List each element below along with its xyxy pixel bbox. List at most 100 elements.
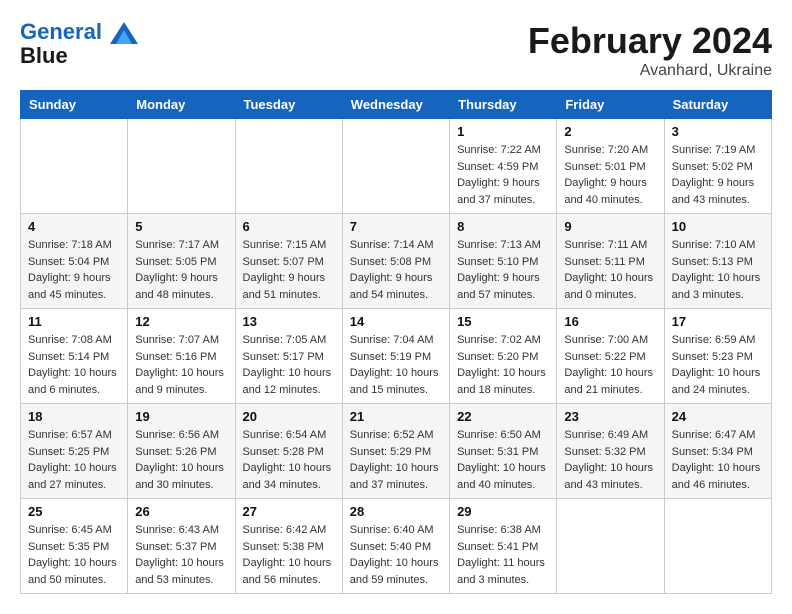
weekday-header-tuesday: Tuesday bbox=[235, 91, 342, 119]
day-number: 25 bbox=[28, 504, 120, 519]
day-number: 13 bbox=[243, 314, 335, 329]
weekday-header-saturday: Saturday bbox=[664, 91, 771, 119]
weekday-header-wednesday: Wednesday bbox=[342, 91, 449, 119]
day-info: Sunrise: 6:38 AM Sunset: 5:41 PM Dayligh… bbox=[457, 522, 549, 588]
day-info: Sunrise: 6:56 AM Sunset: 5:26 PM Dayligh… bbox=[135, 427, 227, 493]
day-number: 29 bbox=[457, 504, 549, 519]
calendar-cell: 21 Sunrise: 6:52 AM Sunset: 5:29 PM Dayl… bbox=[342, 404, 449, 499]
logo: General Blue bbox=[20, 20, 138, 68]
weekday-header-friday: Friday bbox=[557, 91, 664, 119]
header-row: SundayMondayTuesdayWednesdayThursdayFrid… bbox=[21, 91, 772, 119]
day-number: 15 bbox=[457, 314, 549, 329]
day-number: 11 bbox=[28, 314, 120, 329]
location-subtitle: Avanhard, Ukraine bbox=[528, 62, 772, 80]
day-number: 6 bbox=[243, 219, 335, 234]
calendar-cell: 17 Sunrise: 6:59 AM Sunset: 5:23 PM Dayl… bbox=[664, 309, 771, 404]
day-info: Sunrise: 6:57 AM Sunset: 5:25 PM Dayligh… bbox=[28, 427, 120, 493]
day-info: Sunrise: 6:40 AM Sunset: 5:40 PM Dayligh… bbox=[350, 522, 442, 588]
calendar-cell: 18 Sunrise: 6:57 AM Sunset: 5:25 PM Dayl… bbox=[21, 404, 128, 499]
day-number: 26 bbox=[135, 504, 227, 519]
calendar-cell bbox=[235, 119, 342, 214]
day-number: 21 bbox=[350, 409, 442, 424]
calendar-cell: 2 Sunrise: 7:20 AM Sunset: 5:01 PM Dayli… bbox=[557, 119, 664, 214]
calendar-cell bbox=[664, 499, 771, 594]
day-number: 4 bbox=[28, 219, 120, 234]
day-info: Sunrise: 7:19 AM Sunset: 5:02 PM Dayligh… bbox=[672, 142, 764, 208]
day-number: 18 bbox=[28, 409, 120, 424]
calendar-cell bbox=[557, 499, 664, 594]
title-area: February 2024 Avanhard, Ukraine bbox=[528, 20, 772, 80]
day-info: Sunrise: 7:08 AM Sunset: 5:14 PM Dayligh… bbox=[28, 332, 120, 398]
day-info: Sunrise: 7:02 AM Sunset: 5:20 PM Dayligh… bbox=[457, 332, 549, 398]
calendar-cell: 8 Sunrise: 7:13 AM Sunset: 5:10 PM Dayli… bbox=[450, 214, 557, 309]
calendar-cell: 22 Sunrise: 6:50 AM Sunset: 5:31 PM Dayl… bbox=[450, 404, 557, 499]
day-number: 10 bbox=[672, 219, 764, 234]
day-info: Sunrise: 7:13 AM Sunset: 5:10 PM Dayligh… bbox=[457, 237, 549, 303]
calendar-cell: 5 Sunrise: 7:17 AM Sunset: 5:05 PM Dayli… bbox=[128, 214, 235, 309]
calendar-cell bbox=[21, 119, 128, 214]
day-number: 12 bbox=[135, 314, 227, 329]
day-info: Sunrise: 7:17 AM Sunset: 5:05 PM Dayligh… bbox=[135, 237, 227, 303]
calendar-cell: 20 Sunrise: 6:54 AM Sunset: 5:28 PM Dayl… bbox=[235, 404, 342, 499]
calendar-cell: 13 Sunrise: 7:05 AM Sunset: 5:17 PM Dayl… bbox=[235, 309, 342, 404]
day-info: Sunrise: 7:14 AM Sunset: 5:08 PM Dayligh… bbox=[350, 237, 442, 303]
weekday-header-monday: Monday bbox=[128, 91, 235, 119]
day-info: Sunrise: 6:43 AM Sunset: 5:37 PM Dayligh… bbox=[135, 522, 227, 588]
day-info: Sunrise: 7:00 AM Sunset: 5:22 PM Dayligh… bbox=[564, 332, 656, 398]
day-number: 16 bbox=[564, 314, 656, 329]
day-info: Sunrise: 6:45 AM Sunset: 5:35 PM Dayligh… bbox=[28, 522, 120, 588]
calendar-cell: 1 Sunrise: 7:22 AM Sunset: 4:59 PM Dayli… bbox=[450, 119, 557, 214]
day-number: 22 bbox=[457, 409, 549, 424]
day-number: 9 bbox=[564, 219, 656, 234]
calendar-cell: 6 Sunrise: 7:15 AM Sunset: 5:07 PM Dayli… bbox=[235, 214, 342, 309]
day-number: 23 bbox=[564, 409, 656, 424]
day-number: 7 bbox=[350, 219, 442, 234]
calendar-cell: 3 Sunrise: 7:19 AM Sunset: 5:02 PM Dayli… bbox=[664, 119, 771, 214]
day-info: Sunrise: 7:04 AM Sunset: 5:19 PM Dayligh… bbox=[350, 332, 442, 398]
day-info: Sunrise: 6:42 AM Sunset: 5:38 PM Dayligh… bbox=[243, 522, 335, 588]
day-info: Sunrise: 7:11 AM Sunset: 5:11 PM Dayligh… bbox=[564, 237, 656, 303]
calendar-cell: 4 Sunrise: 7:18 AM Sunset: 5:04 PM Dayli… bbox=[21, 214, 128, 309]
calendar-cell: 23 Sunrise: 6:49 AM Sunset: 5:32 PM Dayl… bbox=[557, 404, 664, 499]
calendar-cell bbox=[342, 119, 449, 214]
day-info: Sunrise: 6:59 AM Sunset: 5:23 PM Dayligh… bbox=[672, 332, 764, 398]
day-number: 20 bbox=[243, 409, 335, 424]
day-info: Sunrise: 7:20 AM Sunset: 5:01 PM Dayligh… bbox=[564, 142, 656, 208]
day-number: 5 bbox=[135, 219, 227, 234]
month-title: February 2024 bbox=[528, 20, 772, 62]
day-info: Sunrise: 7:07 AM Sunset: 5:16 PM Dayligh… bbox=[135, 332, 227, 398]
day-info: Sunrise: 6:52 AM Sunset: 5:29 PM Dayligh… bbox=[350, 427, 442, 493]
logo-general: General bbox=[20, 19, 102, 44]
day-info: Sunrise: 7:22 AM Sunset: 4:59 PM Dayligh… bbox=[457, 142, 549, 208]
day-info: Sunrise: 6:50 AM Sunset: 5:31 PM Dayligh… bbox=[457, 427, 549, 493]
calendar-cell: 16 Sunrise: 7:00 AM Sunset: 5:22 PM Dayl… bbox=[557, 309, 664, 404]
page-header: General Blue February 2024 Avanhard, Ukr… bbox=[20, 20, 772, 80]
weekday-header-thursday: Thursday bbox=[450, 91, 557, 119]
calendar-cell: 12 Sunrise: 7:07 AM Sunset: 5:16 PM Dayl… bbox=[128, 309, 235, 404]
calendar-week-4: 18 Sunrise: 6:57 AM Sunset: 5:25 PM Dayl… bbox=[21, 404, 772, 499]
calendar-cell: 15 Sunrise: 7:02 AM Sunset: 5:20 PM Dayl… bbox=[450, 309, 557, 404]
calendar-week-2: 4 Sunrise: 7:18 AM Sunset: 5:04 PM Dayli… bbox=[21, 214, 772, 309]
calendar-week-5: 25 Sunrise: 6:45 AM Sunset: 5:35 PM Dayl… bbox=[21, 499, 772, 594]
calendar-cell: 7 Sunrise: 7:14 AM Sunset: 5:08 PM Dayli… bbox=[342, 214, 449, 309]
calendar-cell: 10 Sunrise: 7:10 AM Sunset: 5:13 PM Dayl… bbox=[664, 214, 771, 309]
calendar-cell: 27 Sunrise: 6:42 AM Sunset: 5:38 PM Dayl… bbox=[235, 499, 342, 594]
calendar-cell: 19 Sunrise: 6:56 AM Sunset: 5:26 PM Dayl… bbox=[128, 404, 235, 499]
calendar-cell: 25 Sunrise: 6:45 AM Sunset: 5:35 PM Dayl… bbox=[21, 499, 128, 594]
day-info: Sunrise: 6:47 AM Sunset: 5:34 PM Dayligh… bbox=[672, 427, 764, 493]
day-number: 24 bbox=[672, 409, 764, 424]
calendar-week-3: 11 Sunrise: 7:08 AM Sunset: 5:14 PM Dayl… bbox=[21, 309, 772, 404]
calendar-cell: 14 Sunrise: 7:04 AM Sunset: 5:19 PM Dayl… bbox=[342, 309, 449, 404]
calendar-table: SundayMondayTuesdayWednesdayThursdayFrid… bbox=[20, 90, 772, 594]
calendar-week-1: 1 Sunrise: 7:22 AM Sunset: 4:59 PM Dayli… bbox=[21, 119, 772, 214]
day-number: 3 bbox=[672, 124, 764, 139]
logo-blue: Blue bbox=[20, 44, 138, 68]
calendar-cell: 11 Sunrise: 7:08 AM Sunset: 5:14 PM Dayl… bbox=[21, 309, 128, 404]
day-number: 14 bbox=[350, 314, 442, 329]
day-info: Sunrise: 7:15 AM Sunset: 5:07 PM Dayligh… bbox=[243, 237, 335, 303]
day-number: 17 bbox=[672, 314, 764, 329]
weekday-header-sunday: Sunday bbox=[21, 91, 128, 119]
day-number: 1 bbox=[457, 124, 549, 139]
day-info: Sunrise: 6:54 AM Sunset: 5:28 PM Dayligh… bbox=[243, 427, 335, 493]
day-number: 8 bbox=[457, 219, 549, 234]
